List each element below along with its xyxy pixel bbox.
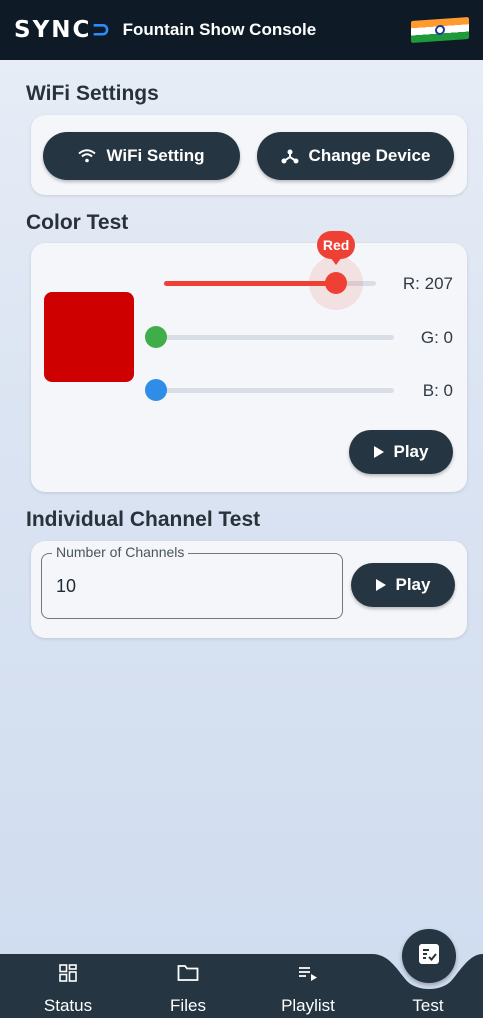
dashboard-icon [59,962,77,984]
blue-slider-thumb[interactable] [145,379,167,401]
channel-play-button[interactable]: Play [351,563,455,607]
channel-test-title: Individual Channel Test [26,508,261,531]
folder-icon [177,962,199,984]
nav-label-playlist: Playlist [281,996,335,1015]
app-title: Fountain Show Console [122,20,317,39]
color-play-button[interactable]: Play [349,430,453,474]
test-tab-active-button[interactable] [402,929,456,983]
wifi-icon [78,149,97,163]
playlist-icon [298,962,318,984]
green-slider-thumb[interactable] [145,326,167,348]
nav-label-files: Files [170,996,206,1015]
nav-item-status[interactable]: Status [18,954,118,1018]
color-test-card: Red R: 207 G: 0 B: 0 Play [31,231,467,492]
red-slider-tooltip: Red [317,231,356,265]
app-bar: SYNC ⊃ Fountain Show Console [0,0,483,60]
blue-value-label: B: 0 [422,381,453,400]
device-hub-icon [281,148,299,164]
checklist-icon [418,943,440,970]
wifi-settings-card: WiFi Setting Change Device [31,115,467,195]
green-slider[interactable] [145,326,394,348]
number-of-channels-field[interactable]: Number of Channels 10 [41,544,343,619]
nav-item-playlist[interactable]: Playlist [258,954,358,1018]
brand-accent: ⊃ [91,17,113,43]
change-device-button[interactable]: Change Device [257,132,454,180]
number-of-channels-value: 10 [56,576,77,596]
nav-label-status: Status [43,996,93,1015]
wifi-settings-title: WiFi Settings [26,82,159,105]
play-icon [373,446,384,458]
color-play-label: Play [393,442,429,461]
red-slider[interactable]: Red [164,231,376,310]
green-value-label: G: 0 [420,328,453,347]
play-icon [375,579,386,591]
nav-label-test: Test [412,996,444,1015]
red-value-label: R: 207 [402,274,453,293]
blue-slider[interactable] [145,379,394,401]
brand-logo: SYNC ⊃ [14,17,113,43]
channel-test-card: Number of Channels 10 Play [31,541,467,638]
india-flag-icon [411,16,469,44]
wifi-setting-label: WiFi Setting [106,146,205,165]
brand-main: SYNC [14,17,92,43]
nav-item-files[interactable]: Files [138,954,238,1018]
color-preview-swatch [44,292,134,382]
number-of-channels-label: Number of Channels [52,544,189,560]
red-slider-thumb[interactable] [325,272,348,294]
change-device-label: Change Device [308,146,431,165]
wifi-setting-button[interactable]: WiFi Setting [43,132,240,180]
color-test-title: Color Test [26,211,129,234]
channel-play-label: Play [395,575,431,594]
